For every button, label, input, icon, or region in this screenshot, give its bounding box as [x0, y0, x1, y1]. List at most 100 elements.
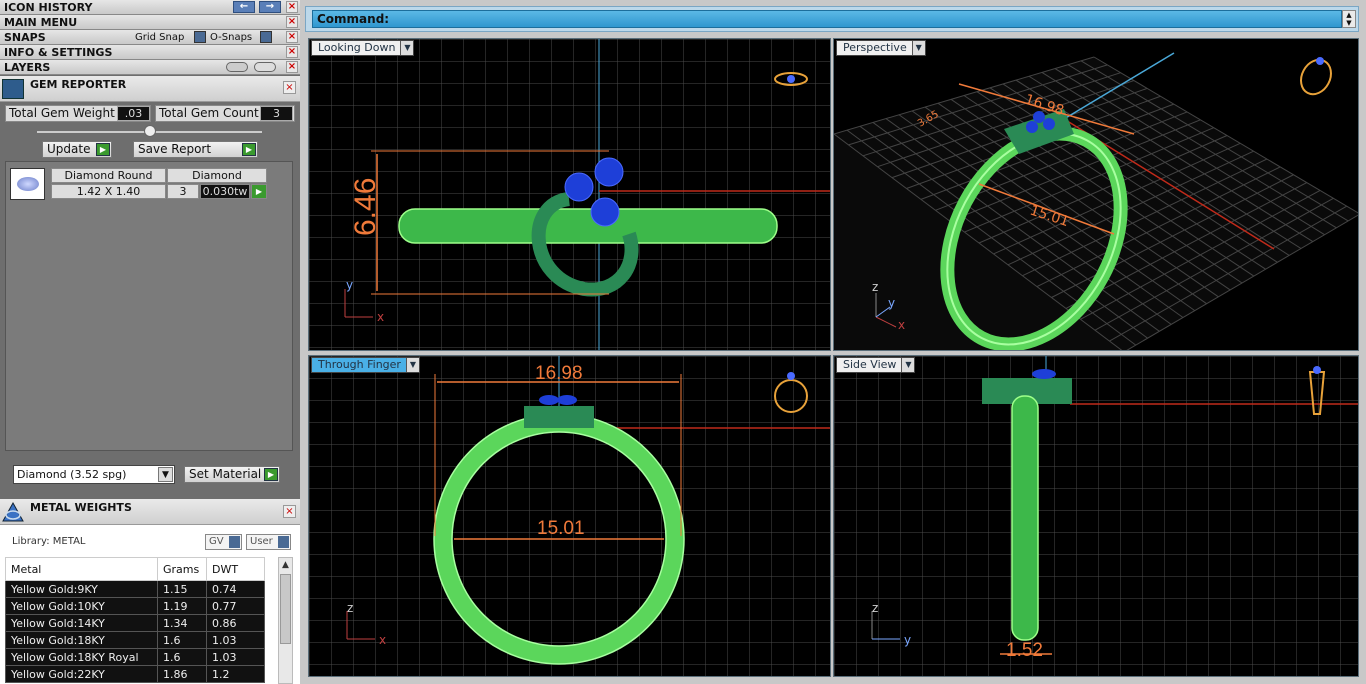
left-panel: ICON HISTORY ← → × MAIN MENU × SNAPS Gri… [0, 0, 300, 684]
ring-shank [398, 208, 778, 244]
close-icon[interactable]: × [286, 1, 298, 13]
snaps-header[interactable]: SNAPS Grid Snap O-Snaps × [0, 30, 300, 45]
icon-history-label: ICON HISTORY [4, 1, 93, 14]
snaps-label: SNAPS [4, 31, 46, 44]
info-settings-label: INFO & SETTINGS [4, 46, 113, 59]
chevron-down-icon: ▼ [911, 41, 925, 55]
eye-icon[interactable] [254, 62, 276, 72]
command-label: Command: [317, 12, 390, 26]
metal-weights-table: Metal Grams DWT Yellow Gold:9KY 1.15 0.74 … [5, 557, 265, 683]
view-cube-ring-icon[interactable] [1295, 55, 1337, 100]
through-finger-canvas[interactable]: 16.98 15.01 z x [309, 356, 831, 677]
set-material-button[interactable]: Set Material ▶ [184, 466, 280, 483]
save-report-button[interactable]: Save Report ▶ [133, 141, 258, 158]
perspective-canvas[interactable]: 16.98 15.01 3.65 z y x [834, 39, 1359, 351]
gem-slider-handle[interactable] [144, 125, 156, 137]
ring-shank [1011, 395, 1039, 641]
chevron-down-icon: ▼ [901, 358, 915, 372]
grid-snap-label: Grid Snap [135, 32, 185, 43]
close-icon[interactable]: × [286, 31, 298, 43]
close-icon[interactable]: × [283, 81, 296, 94]
axis-x-label: x [379, 633, 386, 647]
gv-toggle[interactable]: GV [205, 534, 242, 550]
layers-label: LAYERS [4, 61, 51, 74]
library-label: Library: METAL [12, 536, 86, 547]
ring-weight-icon [2, 501, 24, 522]
col-grams[interactable]: Grams [157, 557, 207, 581]
axis-x-label: x [898, 318, 905, 332]
viewport-side-view[interactable]: 1.52 z y Side View ▼ [833, 355, 1359, 677]
ring-head [524, 406, 594, 428]
axis-z-label: z [347, 601, 353, 615]
viewport-perspective[interactable]: 16.98 15.01 3.65 z y x Perspective ▼ [833, 38, 1359, 351]
chevron-down-icon: ▼ [158, 467, 173, 482]
metal-weights-panel: METAL WEIGHTS × Library: METAL GV User M… [0, 499, 300, 684]
scroll-up-icon[interactable]: ▲ [279, 558, 292, 572]
close-icon[interactable]: × [286, 46, 298, 58]
layers-header[interactable]: LAYERS × [0, 60, 300, 75]
dim-shank-label: 1.52 [1006, 640, 1043, 661]
viewport-looking-down[interactable]: 6.46 y x Looking Down ▼ [308, 38, 831, 351]
viewport-tab-looking-down[interactable]: Looking Down ▼ [311, 40, 415, 56]
close-icon[interactable]: × [283, 505, 296, 518]
col-dwt[interactable]: DWT [206, 557, 265, 581]
viewport-tab-side-view[interactable]: Side View ▼ [836, 357, 916, 373]
viewport-tab-perspective[interactable]: Perspective ▼ [836, 40, 926, 56]
viewport-tab-through-finger[interactable]: Through Finger ▼ [311, 357, 420, 373]
main-menu-label: MAIN MENU [4, 16, 78, 29]
user-toggle[interactable]: User [246, 534, 291, 550]
o-snaps-toggle[interactable] [260, 30, 272, 45]
gem-play-icon[interactable]: ▶ [251, 184, 267, 199]
viewport-through-finger[interactable]: 16.98 15.01 z x Through Finger ▼ [308, 355, 831, 677]
gem-reporter-panel: GEM REPORTER × Total Gem Weight .03 Tota… [0, 76, 300, 496]
axis-y-label: y [346, 278, 353, 292]
main-menu-header[interactable]: MAIN MENU × [0, 15, 300, 30]
looking-down-canvas[interactable]: 6.46 y x [309, 39, 831, 351]
close-icon[interactable]: × [286, 16, 298, 28]
axis-y-label: y [904, 633, 911, 647]
grid-snap-toggle[interactable] [194, 30, 206, 45]
layer-visibility-icon[interactable] [226, 62, 248, 72]
forward-arrow-icon[interactable]: → [259, 1, 281, 13]
axis-x-label: x [377, 310, 384, 324]
gem-2 [594, 157, 624, 187]
gem-count: 3 [167, 184, 199, 199]
axis-y-label: y [888, 296, 895, 310]
gem-type: Diamond [167, 168, 267, 183]
table-row[interactable]: Yellow Gold:14KY 1.34 0.86 [5, 614, 265, 632]
command-scroll-icon[interactable]: ▲ ▼ [1342, 10, 1356, 28]
gem-size: 1.42 X 1.40 [51, 184, 166, 199]
chevron-down-icon: ▼ [405, 358, 419, 372]
col-metal[interactable]: Metal [5, 557, 158, 581]
axis-z-label: z [872, 280, 878, 294]
table-row[interactable]: Yellow Gold:18KY Royal 1.6 1.03 [5, 648, 265, 666]
metal-weights-title: METAL WEIGHTS [30, 501, 132, 514]
back-arrow-icon[interactable]: ← [233, 1, 255, 13]
metal-weights-title-bar: METAL WEIGHTS × [0, 499, 300, 525]
play-icon: ▶ [242, 143, 256, 156]
info-settings-header[interactable]: INFO & SETTINGS × [0, 45, 300, 60]
gem-reporter-title: GEM REPORTER [30, 78, 127, 91]
chevron-down-icon: ▼ [400, 41, 414, 55]
gem-1 [564, 172, 594, 202]
axis-z-label: z [872, 601, 878, 615]
gem-shape: Diamond Round [51, 168, 166, 183]
icon-history-header[interactable]: ICON HISTORY ← → × [0, 0, 300, 15]
close-icon[interactable]: × [286, 61, 298, 73]
play-icon: ▶ [264, 468, 278, 481]
gem-3 [590, 197, 620, 227]
metal-table-scrollbar[interactable]: ▲ [278, 557, 293, 684]
table-row[interactable]: Yellow Gold:22KY 1.86 1.2 [5, 665, 265, 683]
update-button[interactable]: Update ▶ [42, 141, 112, 158]
table-row[interactable]: Yellow Gold:10KY 1.19 0.77 [5, 597, 265, 615]
command-input[interactable]: Command: [312, 10, 1342, 28]
dim-width-label: 16.98 [535, 363, 583, 384]
scroll-thumb[interactable] [280, 574, 291, 644]
table-row[interactable]: Yellow Gold:9KY 1.15 0.74 [5, 580, 265, 598]
total-gem-weight-value: .03 [117, 106, 150, 121]
gem-reporter-title-bar: GEM REPORTER × [0, 76, 300, 102]
material-select[interactable]: Diamond (3.52 spg) ▼ [13, 465, 175, 484]
o-snaps-label: O-Snaps [210, 32, 253, 43]
table-row[interactable]: Yellow Gold:18KY 1.6 1.03 [5, 631, 265, 649]
side-view-canvas[interactable]: 1.52 z y [834, 356, 1359, 677]
